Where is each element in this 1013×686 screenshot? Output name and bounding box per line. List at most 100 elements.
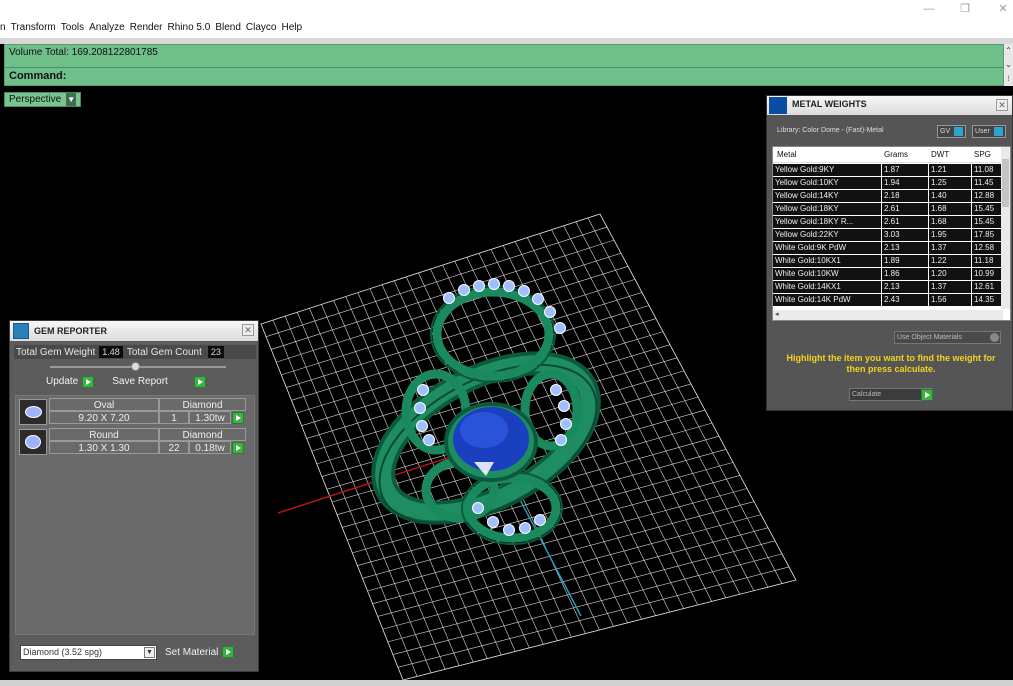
metal-table-vscroll-thumb[interactable]: [1002, 159, 1009, 207]
metal-spg: 11.18: [971, 255, 1001, 267]
metal-weights-table: Metal Grams DWT SPG Yellow Gold:9KY 1.87 1…: [772, 146, 1011, 321]
gem-size: 1.30 X 1.30: [49, 441, 159, 454]
column-metal[interactable]: Metal: [777, 150, 797, 159]
column-spg[interactable]: SPG: [974, 150, 991, 159]
metal-table-row[interactable]: White Gold:14KX1 2.13 1.37 12.61: [773, 281, 1001, 294]
use-object-materials-toggle[interactable]: Use Object Materials: [894, 331, 1001, 344]
menu-item-clayco[interactable]: Clayco: [246, 22, 282, 36]
total-gem-count-label: Total Gem Count: [126, 346, 202, 358]
metal-weights-panel: METAL WEIGHTS ✕ Library: Color Dome - (F…: [766, 95, 1013, 411]
menu-item-file[interactable]: n: [0, 22, 11, 36]
minimize-icon[interactable]: —: [922, 3, 936, 15]
gem-list-item[interactable]: Oval 9.20 X 7.20 Diamond 1 1.30tw: [19, 398, 246, 428]
save-report-button[interactable]: [193, 375, 206, 388]
gv-button[interactable]: GV: [937, 125, 967, 138]
set-material-button[interactable]: [222, 646, 235, 658]
metal-table-row[interactable]: Yellow Gold:10KY 1.94 1.25 11.45: [773, 177, 1001, 190]
metal-dwt: 1.37: [928, 242, 971, 254]
metal-table-row[interactable]: Yellow Gold:14KY 2.18 1.40 12.88: [773, 190, 1001, 203]
gem-action-row: Update Save Report: [46, 375, 246, 388]
metal-dwt: 1.95: [928, 229, 971, 241]
gem-icon: [25, 406, 42, 418]
gem-reporter-title: GEM REPORTER: [34, 326, 108, 336]
user-button-label: User: [975, 128, 990, 135]
viewport-tab-perspective[interactable]: Perspective ▼: [4, 92, 82, 107]
metal-name: White Gold:10KX1: [775, 256, 841, 265]
total-gem-count-value: 23: [207, 346, 224, 358]
menu-item-analyze[interactable]: Analyze: [89, 22, 130, 36]
metal-spg: 17.85: [971, 229, 1001, 241]
metal-name: Yellow Gold:14KY: [775, 191, 839, 200]
gem-list: Oval 9.20 X 7.20 Diamond 1 1.30tw Round …: [15, 395, 255, 635]
material-select-value: Diamond (3.52 spg): [23, 646, 103, 657]
column-grams[interactable]: Grams: [884, 150, 908, 159]
calculate-button[interactable]: [921, 389, 933, 401]
gem-slider-handle[interactable]: [131, 362, 140, 371]
oval-gem-thumbnail: [19, 399, 47, 425]
menu-item-rhino[interactable]: Rhino 5.0: [168, 22, 216, 36]
save-report-button-label: Save Report: [112, 376, 168, 387]
status-bar: [0, 680, 1013, 686]
material-select[interactable]: Diamond (3.52 spg) ▼: [20, 644, 157, 660]
gv-button-label: GV: [940, 128, 951, 135]
info-icon: [954, 127, 964, 136]
metal-spg: 14.35: [971, 294, 1001, 306]
metal-spg: 11.45: [971, 177, 1001, 189]
menu-item-transform[interactable]: Transform: [11, 22, 61, 36]
metal-table-hscrollbar[interactable]: ◂: [773, 310, 1003, 320]
update-button-label: Update: [46, 376, 79, 387]
metal-table-row[interactable]: Yellow Gold:9KY 1.87 1.21 11.08: [773, 164, 1001, 177]
user-button[interactable]: User: [972, 125, 1006, 138]
gem-select-button[interactable]: [232, 442, 244, 454]
metal-grams: 1.94: [881, 177, 928, 189]
metal-dwt: 1.20: [928, 268, 971, 280]
metal-grams: 3.03: [881, 229, 928, 241]
close-icon[interactable]: ✕: [996, 99, 1008, 111]
restore-icon[interactable]: ❐: [958, 3, 972, 15]
gem-size: 9.20 X 7.20: [49, 411, 159, 424]
metal-table-vscrollbar[interactable]: [1001, 147, 1010, 309]
gem-shape: Oval: [49, 398, 159, 411]
command-prompt[interactable]: Command:: [9, 70, 66, 82]
metal-dwt: 1.40: [928, 190, 971, 202]
metal-grams: 2.61: [881, 203, 928, 215]
material-row: Diamond (3.52 spg) ▼ Set Material: [20, 643, 252, 661]
menu-item-tools[interactable]: Tools: [61, 22, 89, 36]
metal-weights-header[interactable]: METAL WEIGHTS ✕: [767, 96, 1012, 115]
metal-dwt: 1.37: [928, 281, 971, 293]
metal-table-row[interactable]: White Gold:10KW 1.86 1.20 10.99: [773, 268, 1001, 281]
gem-list-item[interactable]: Round 1.30 X 1.30 Diamond 22 0.18tw: [19, 428, 246, 458]
metal-table-row[interactable]: Yellow Gold:18KY 2.61 1.68 15.45: [773, 203, 1001, 216]
metal-table-row[interactable]: White Gold:9K PdW 2.13 1.37 12.58: [773, 242, 1001, 255]
library-label: Library: Color Dome - (Fast)-Metal: [777, 127, 884, 134]
menu-item-blend[interactable]: Blend: [215, 22, 246, 36]
calculate-label: Calculate: [852, 391, 882, 398]
metal-grams: 2.61: [881, 216, 928, 228]
metal-table-row[interactable]: Yellow Gold:22KY 3.03 1.95 17.85: [773, 229, 1001, 242]
close-icon[interactable]: ✕: [242, 324, 254, 336]
chevron-down-icon[interactable]: ▼: [66, 93, 77, 106]
gem-reporter-header[interactable]: GEM REPORTER ✕: [10, 321, 258, 341]
gem-select-button[interactable]: [232, 412, 244, 424]
metal-dwt: 1.56: [928, 294, 971, 306]
metal-name: Yellow Gold:18KY R...: [775, 217, 854, 226]
menu-item-help[interactable]: Help: [281, 22, 307, 36]
column-dwt[interactable]: DWT: [931, 150, 949, 159]
gem-type: Diamond: [159, 398, 246, 411]
metal-grams: 1.86: [881, 268, 928, 280]
set-material-label: Set Material: [165, 646, 219, 658]
gem-reporter-panel: GEM REPORTER ✕ Total Gem Weight 1.48 Tot…: [9, 320, 259, 672]
total-gem-weight-label: Total Gem Weight: [16, 346, 96, 358]
update-button[interactable]: [82, 375, 95, 388]
menu-item-render[interactable]: Render: [130, 22, 168, 36]
metal-table-row[interactable]: Yellow Gold:18KY R... 2.61 1.68 15.45: [773, 216, 1001, 229]
metal-grams: 1.89: [881, 255, 928, 267]
metal-spg: 15.45: [971, 203, 1001, 215]
metal-table-row[interactable]: White Gold:14K PdW 2.43 1.56 14.35: [773, 294, 1001, 307]
metal-spg: 12.88: [971, 190, 1001, 202]
close-icon[interactable]: ✕: [996, 3, 1010, 15]
metal-grams: 2.18: [881, 190, 928, 202]
chevron-down-icon[interactable]: ▼: [144, 646, 155, 658]
command-scrollbar[interactable]: ⌃ ⌄ ⁝: [1004, 44, 1013, 86]
metal-table-row[interactable]: White Gold:10KX1 1.89 1.22 11.18: [773, 255, 1001, 268]
